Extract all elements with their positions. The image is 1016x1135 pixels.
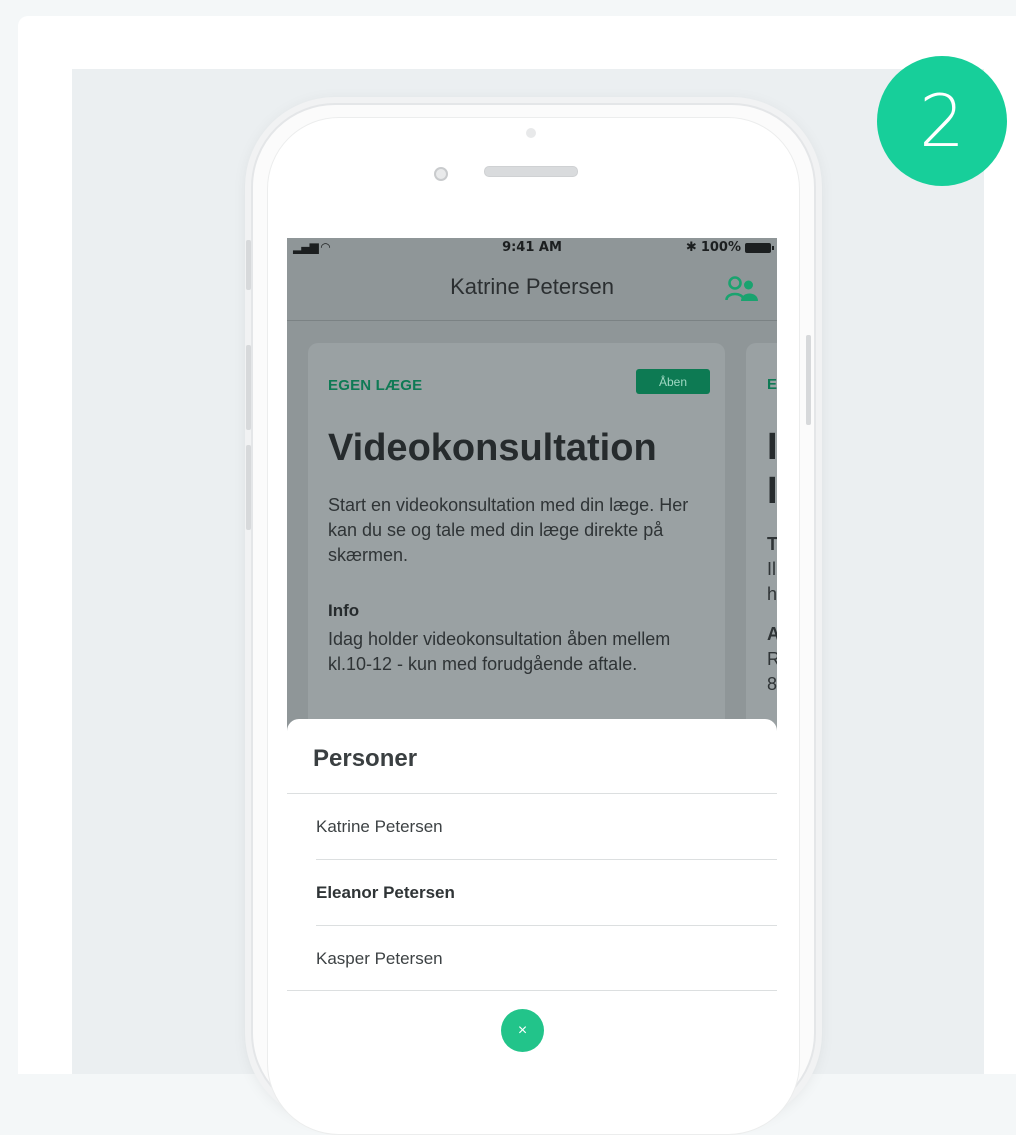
- peek-text: 8: [767, 674, 777, 694]
- person-name: Eleanor Petersen: [316, 882, 455, 902]
- earpiece-speaker: [484, 166, 578, 177]
- status-right: ✱ 100%: [685, 240, 774, 255]
- status-badge: Åben: [636, 369, 710, 394]
- front-camera: [434, 167, 448, 181]
- nav-title: Katrine Petersen: [450, 274, 614, 299]
- battery-icon: [745, 242, 774, 253]
- person-name: Kasper Petersen: [316, 948, 443, 968]
- peek-title-line1: I: [767, 426, 777, 468]
- power-button: [806, 335, 811, 425]
- person-item-selected[interactable]: Eleanor Petersen: [316, 860, 777, 925]
- volume-up-button: [246, 345, 251, 430]
- close-button[interactable]: ×: [501, 1009, 544, 1052]
- peek-text: A: [767, 624, 777, 644]
- peek-category: E: [767, 376, 777, 393]
- card-title: Videokonsultation: [328, 427, 657, 469]
- battery-percent: 100%: [700, 240, 741, 255]
- peek-text: h: [767, 584, 777, 604]
- step-number-badge: 2: [877, 56, 1007, 186]
- peek-text: R: [767, 649, 777, 669]
- peek-title-line2: I: [767, 470, 777, 512]
- person-item[interactable]: Kasper Petersen: [316, 926, 777, 991]
- person-name: Katrine Petersen: [316, 816, 443, 836]
- close-icon: ×: [517, 1021, 528, 1039]
- info-text: Idag holder videokonsultation åben melle…: [328, 629, 671, 674]
- bluetooth-icon: ✱: [685, 240, 697, 255]
- persons-icon[interactable]: [725, 276, 759, 302]
- card-category: EGEN LÆGE: [328, 377, 423, 394]
- status-bar: ▂▄▆ ◠ 9:41 AM ✱ 100%: [287, 238, 777, 258]
- sheet-title: Personer: [313, 745, 418, 772]
- info-heading: Info: [328, 601, 360, 620]
- person-item[interactable]: Katrine Petersen: [316, 794, 777, 859]
- sheet-divider: [287, 990, 777, 991]
- nav-bar: Katrine Petersen: [287, 258, 777, 321]
- peek-text: T: [767, 534, 777, 554]
- volume-down-button: [246, 445, 251, 530]
- proximity-sensor: [526, 128, 536, 138]
- peek-text: Il: [767, 559, 776, 579]
- card-description: Start en videokonsultation med din læge.…: [328, 495, 689, 565]
- phone-screen: ▂▄▆ ◠ 9:41 AM ✱ 100% Katrine Petersen EG…: [287, 238, 777, 1074]
- mute-switch: [246, 240, 251, 290]
